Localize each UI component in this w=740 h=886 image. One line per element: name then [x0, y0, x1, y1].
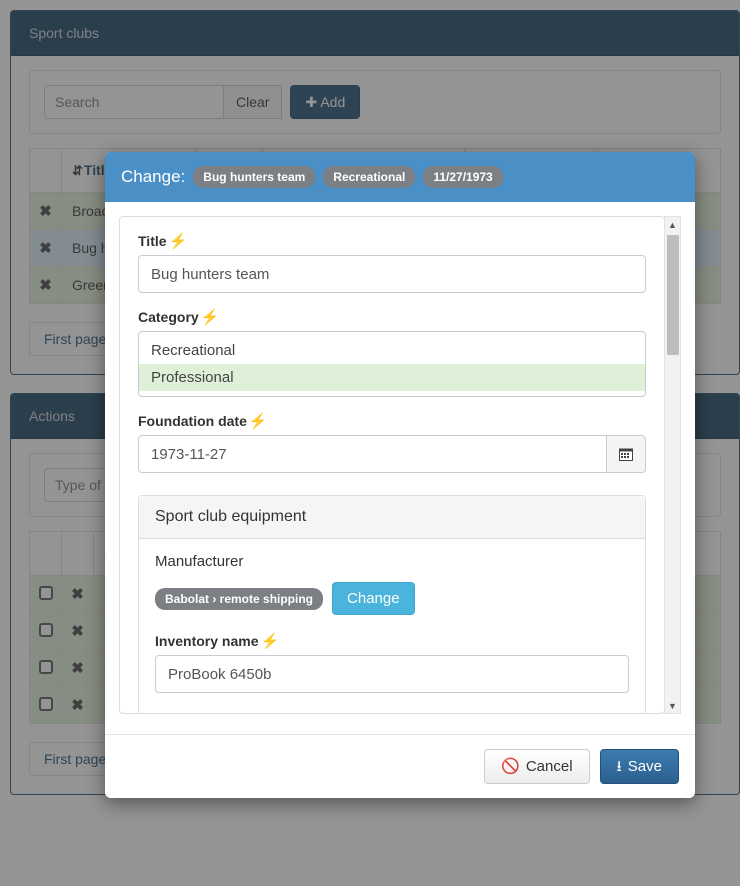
modal-title: Change:	[121, 167, 186, 186]
save-button[interactable]: ⭳ Save	[599, 749, 679, 784]
caret-down-icon[interactable]: ▼	[665, 698, 680, 713]
bolt-icon: ⚡	[248, 412, 268, 430]
inventory-name-input[interactable]	[155, 655, 629, 693]
title-label-text: Title	[138, 233, 167, 249]
caret-up-icon[interactable]: ▲	[665, 217, 680, 232]
badge-date: 11/27/1973	[423, 166, 503, 188]
badge-category: Recreational	[323, 166, 416, 188]
equipment-panel: Sport club equipment Manufacturer Babola…	[138, 495, 646, 713]
modal-body: Title ⚡ Category ⚡ Recreational Professi…	[105, 202, 695, 734]
category-listbox[interactable]: Recreational Professional	[138, 331, 646, 397]
category-option-recreational[interactable]: Recreational	[139, 337, 645, 364]
foundation-date-input[interactable]	[138, 435, 608, 473]
cancel-button-label: Cancel	[525, 758, 573, 775]
change-modal: Change: Bug hunters team Recreational 11…	[105, 152, 695, 798]
download-icon: ⭳	[616, 758, 622, 775]
badge-club-name: Bug hunters team	[193, 166, 316, 188]
change-manufacturer-button[interactable]: Change	[332, 582, 415, 615]
modal-footer: 🚫 Cancel ⭳ Save	[105, 734, 695, 798]
bolt-icon: ⚡	[200, 308, 220, 326]
equipment-panel-title: Sport club equipment	[139, 496, 645, 539]
manufacturer-label: Manufacturer	[155, 553, 244, 570]
category-label-text: Category	[138, 309, 199, 325]
modal-scrollbar[interactable]: ▲ ▼	[664, 216, 681, 714]
inventory-name-label-text: Inventory name	[155, 633, 259, 649]
category-option-professional[interactable]: Professional	[139, 364, 645, 391]
foundation-date-label: Foundation date ⚡	[138, 413, 646, 429]
scrollbar-thumb[interactable]	[667, 235, 679, 355]
edit-form: Title ⚡ Category ⚡ Recreational Professi…	[119, 216, 665, 714]
inventory-name-label: Inventory name ⚡	[155, 633, 629, 649]
manufacturer-value: Babolat › remote shipping	[155, 587, 324, 610]
title-label: Title ⚡	[138, 233, 646, 249]
bolt-icon: ⚡	[260, 632, 280, 650]
ban-icon: 🚫	[501, 758, 520, 775]
foundation-date-label-text: Foundation date	[138, 413, 247, 429]
save-button-label: Save	[627, 758, 662, 775]
bolt-icon: ⚡	[168, 232, 188, 250]
calendar-icon[interactable]	[607, 435, 646, 473]
category-label: Category ⚡	[138, 309, 646, 325]
cancel-button[interactable]: 🚫 Cancel	[484, 749, 590, 784]
modal-header: Change: Bug hunters team Recreational 11…	[105, 152, 695, 202]
title-input[interactable]	[138, 255, 646, 293]
